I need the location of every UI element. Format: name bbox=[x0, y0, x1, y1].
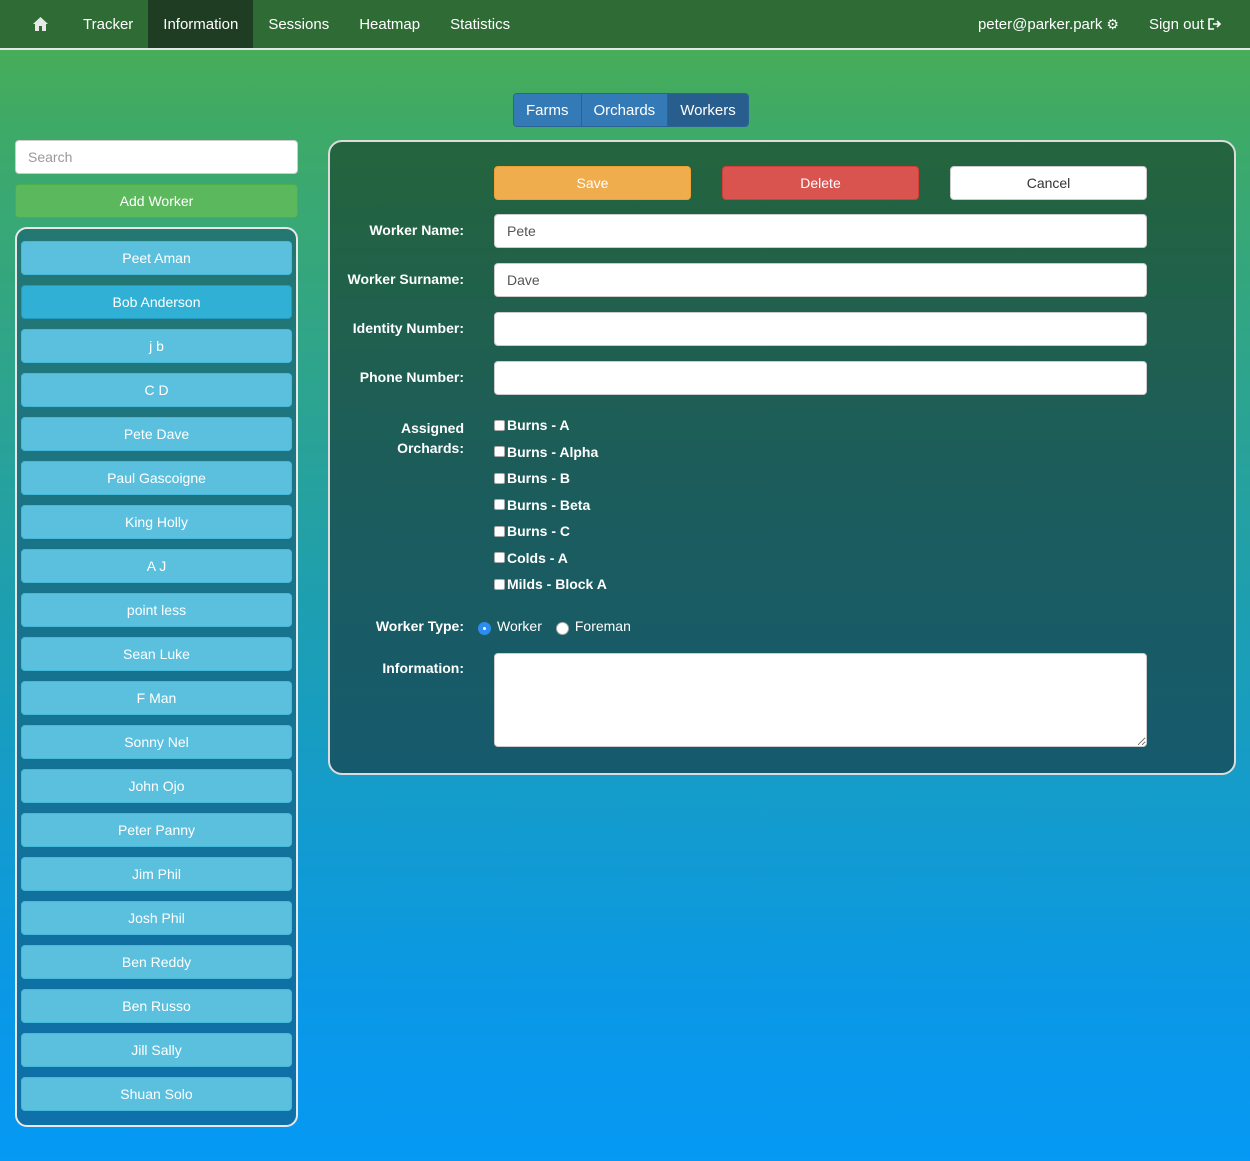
home-icon bbox=[33, 17, 48, 31]
radio-worker-label: Worker bbox=[497, 618, 542, 634]
checkbox[interactable] bbox=[494, 419, 505, 431]
nav-tracker[interactable]: Tracker bbox=[68, 0, 148, 48]
worker-item[interactable]: Jim Phil bbox=[21, 857, 292, 891]
phone-number-input[interactable] bbox=[494, 361, 1147, 395]
worker-name-input[interactable] bbox=[494, 214, 1147, 248]
orchard-option[interactable]: Milds - Block A bbox=[494, 571, 607, 598]
nav-sign-out[interactable]: Sign out bbox=[1134, 0, 1250, 48]
worker-item[interactable]: Paul Gascoigne bbox=[21, 461, 292, 495]
orchard-option[interactable]: Burns - Alpha bbox=[494, 439, 607, 466]
orchard-option[interactable]: Burns - C bbox=[494, 518, 607, 545]
orchard-option[interactable]: Burns - Beta bbox=[494, 492, 607, 519]
checkbox[interactable] bbox=[494, 499, 505, 511]
orchard-option-label: Burns - Beta bbox=[507, 496, 591, 513]
tab-workers[interactable]: Workers bbox=[668, 94, 748, 126]
radio-worker[interactable] bbox=[478, 621, 491, 635]
checkbox[interactable] bbox=[494, 552, 505, 564]
identity-number-label: Identity Number: bbox=[352, 320, 464, 336]
phone-number-label: Phone Number: bbox=[359, 369, 464, 385]
save-button[interactable]: Save bbox=[494, 166, 691, 200]
worker-item[interactable]: Ben Russo bbox=[21, 989, 292, 1023]
checkbox[interactable] bbox=[494, 578, 505, 590]
worker-type-label: Worker Type: bbox=[375, 618, 464, 634]
orchard-checkbox-list: Burns - A Burns - Alpha Burns - B Burns … bbox=[494, 412, 607, 598]
worker-surname-label: Worker Surname: bbox=[347, 271, 464, 287]
nav-heatmap[interactable]: Heatmap bbox=[344, 0, 435, 48]
gear-icon: ⚙ bbox=[1106, 15, 1119, 32]
identity-number-input[interactable] bbox=[494, 312, 1147, 346]
information-textarea[interactable] bbox=[494, 653, 1147, 747]
worker-item[interactable]: point less bbox=[21, 593, 292, 627]
worker-type-radio-group: Worker Foreman bbox=[478, 618, 645, 635]
worker-item[interactable]: John Ojo bbox=[21, 769, 292, 803]
orchard-option-label: Burns - C bbox=[507, 523, 570, 540]
radio-foreman[interactable] bbox=[555, 621, 569, 635]
worker-item[interactable]: Sean Luke bbox=[21, 637, 292, 671]
orchard-option[interactable]: Colds - A bbox=[494, 545, 607, 572]
orchard-option[interactable]: Burns - A bbox=[494, 412, 607, 439]
worker-item[interactable]: Peter Panny bbox=[21, 813, 292, 847]
orchard-option-label: Burns - A bbox=[507, 417, 570, 434]
checkbox[interactable] bbox=[494, 472, 505, 484]
worker-list[interactable]: Peet Aman Bob Anderson j b C D Pete Dave… bbox=[15, 227, 298, 1127]
nav-sessions[interactable]: Sessions bbox=[253, 0, 344, 48]
worker-item[interactable]: A J bbox=[21, 549, 292, 583]
sign-out-label: Sign out bbox=[1148, 15, 1204, 33]
worker-item[interactable]: Pete Dave bbox=[21, 417, 292, 451]
radio-foreman-label: Foreman bbox=[574, 618, 631, 634]
assigned-orchards-label: Assigned Orchards: bbox=[397, 418, 464, 458]
nav-user-settings[interactable]: peter@parker.park ⚙ bbox=[963, 0, 1134, 48]
worker-item[interactable]: F Man bbox=[21, 681, 292, 715]
orchard-option-label: Colds - A bbox=[507, 549, 568, 566]
worker-item[interactable]: Bob Anderson bbox=[21, 285, 292, 319]
checkbox[interactable] bbox=[494, 525, 505, 537]
worker-item[interactable]: Ben Reddy bbox=[21, 945, 292, 979]
worker-item[interactable]: Shuan Solo bbox=[21, 1077, 292, 1111]
worker-item[interactable]: C D bbox=[21, 373, 292, 407]
orchard-option[interactable]: Burns - B bbox=[494, 465, 607, 492]
worker-item[interactable]: Jill Sally bbox=[21, 1033, 292, 1067]
nav-information[interactable]: Information bbox=[148, 0, 254, 48]
worker-item[interactable]: King Holly bbox=[21, 505, 292, 539]
worker-form-panel: Save Delete Cancel Worker Name: Worker S… bbox=[328, 140, 1236, 775]
tab-farms[interactable]: Farms bbox=[514, 94, 582, 126]
delete-button[interactable]: Delete bbox=[722, 166, 919, 200]
worker-item[interactable]: Peet Aman bbox=[21, 241, 292, 275]
sign-out-icon bbox=[1208, 18, 1222, 30]
information-label: Information: bbox=[382, 660, 464, 676]
checkbox[interactable] bbox=[494, 446, 505, 458]
orchard-option-label: Burns - B bbox=[507, 470, 570, 487]
assigned-orchards-label-line2: Orchards: bbox=[397, 440, 464, 456]
orchard-option-label: Burns - Alpha bbox=[507, 443, 599, 460]
nav-statistics[interactable]: Statistics bbox=[435, 0, 525, 48]
worker-item[interactable]: Sonny Nel bbox=[21, 725, 292, 759]
worker-item[interactable]: j b bbox=[21, 329, 292, 363]
worker-surname-input[interactable] bbox=[494, 263, 1147, 297]
top-navbar: Tracker Information Sessions Heatmap Sta… bbox=[0, 0, 1250, 50]
user-email: peter@parker.park bbox=[977, 15, 1103, 33]
orchard-option-label: Milds - Block A bbox=[507, 576, 607, 593]
nav-home[interactable] bbox=[0, 0, 68, 48]
cancel-button[interactable]: Cancel bbox=[950, 166, 1147, 200]
section-tabs: Farms Orchards Workers bbox=[513, 93, 749, 127]
add-worker-button[interactable]: Add Worker bbox=[15, 184, 298, 218]
worker-item[interactable]: Josh Phil bbox=[21, 901, 292, 935]
assigned-orchards-label-line1: Assigned bbox=[400, 420, 464, 436]
worker-name-label: Worker Name: bbox=[369, 222, 464, 238]
search-input[interactable] bbox=[15, 140, 298, 174]
nav-right: peter@parker.park ⚙ Sign out bbox=[963, 0, 1250, 48]
tab-orchards[interactable]: Orchards bbox=[581, 94, 669, 126]
